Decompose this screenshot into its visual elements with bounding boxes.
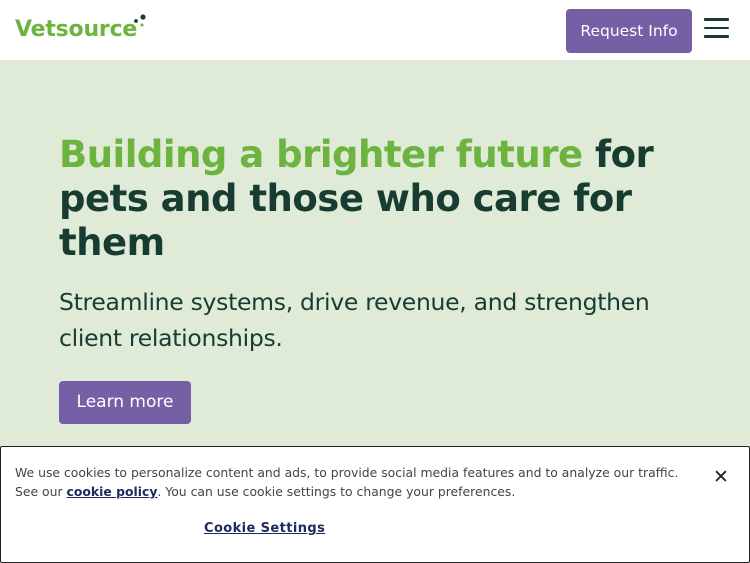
cookie-settings-button[interactable]: Cookie Settings <box>204 521 325 536</box>
cookie-message: We use cookies to personalize content an… <box>15 463 705 501</box>
hero-title: Building a brighter future for pets and … <box>59 133 699 265</box>
hero-title-accent: Building a brighter future <box>59 133 583 176</box>
logo-dots-icon <box>134 14 146 27</box>
hamburger-menu-icon[interactable] <box>703 17 731 39</box>
hero-section: Building a brighter future for pets and … <box>0 61 750 447</box>
request-info-button[interactable]: Request Info <box>566 9 692 53</box>
site-header: Vetsource Request Info <box>0 0 750 61</box>
vetsource-logo[interactable]: Vetsource <box>15 14 146 46</box>
close-icon[interactable]: ✕ <box>711 467 731 487</box>
cookie-text-after: . You can use cookie settings to change … <box>157 484 516 499</box>
cookie-policy-link[interactable]: cookie policy <box>67 484 158 499</box>
logo-text: Vetsource <box>15 17 138 42</box>
cookie-banner: We use cookies to personalize content an… <box>0 446 750 563</box>
learn-more-button[interactable]: Learn more <box>59 381 191 424</box>
hero-subtitle: Streamline systems, drive revenue, and s… <box>59 288 650 352</box>
